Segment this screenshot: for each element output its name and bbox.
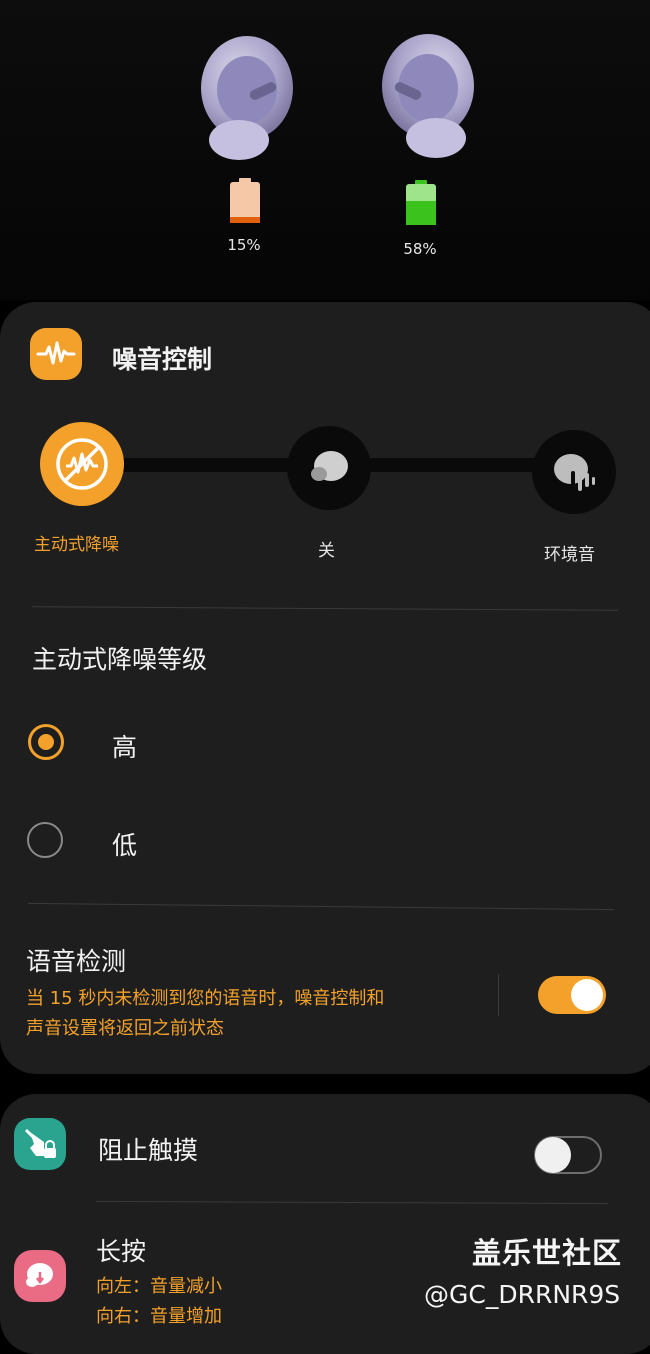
voice-detect-desc-line: 当 15 秒内未检测到您的语音时，噪音控制和 bbox=[26, 988, 385, 1009]
left-battery-percent: 15% bbox=[227, 236, 261, 254]
anc-level-title: 主动式降噪等级 bbox=[32, 645, 208, 674]
earbuds-header: 15% 58% bbox=[0, 0, 650, 300]
level-high-label[interactable]: 高 bbox=[112, 728, 137, 764]
right-battery-percent: 58% bbox=[403, 240, 437, 258]
toggle-knob bbox=[535, 1137, 571, 1173]
voice-detect-title[interactable]: 语音检测 bbox=[26, 942, 126, 978]
level-high-radio[interactable] bbox=[28, 724, 64, 760]
mode-off-label: 关 bbox=[318, 541, 335, 561]
left-battery-icon bbox=[230, 178, 260, 223]
long-press-title[interactable]: 长按 bbox=[96, 1232, 146, 1268]
earbud-touch-icon bbox=[14, 1250, 66, 1302]
level-low-radio[interactable] bbox=[27, 822, 63, 858]
mode-ambient-button[interactable] bbox=[532, 430, 616, 514]
voice-detect-description: 当 15 秒内未检测到您的语音时，噪音控制和 声音设置将返回之前状态 bbox=[26, 984, 466, 1044]
watermark-title: 盖乐世社区 bbox=[472, 1236, 623, 1270]
waveform-icon bbox=[30, 328, 82, 380]
watermark-handle: @GC_DRRNR9S bbox=[424, 1280, 621, 1309]
earbud-off-icon bbox=[311, 451, 348, 481]
ambient-icon bbox=[554, 454, 595, 491]
anc-icon bbox=[56, 438, 108, 490]
touch-lock-icon bbox=[14, 1118, 66, 1170]
block-touch-toggle[interactable] bbox=[534, 1136, 602, 1174]
mode-anc-button[interactable] bbox=[40, 422, 124, 506]
long-press-right-action: 向右：音量增加 bbox=[96, 1306, 222, 1327]
level-low-label[interactable]: 低 bbox=[112, 826, 137, 862]
right-battery-icon bbox=[406, 180, 436, 225]
mode-anc-label: 主动式降噪 bbox=[34, 535, 119, 555]
right-earbud-image bbox=[382, 34, 474, 158]
mode-off-button[interactable] bbox=[287, 426, 371, 510]
voice-detect-desc-line: 声音设置将返回之前状态 bbox=[26, 1018, 224, 1039]
block-touch-label[interactable]: 阻止触摸 bbox=[98, 1131, 198, 1167]
toggle-knob bbox=[571, 979, 603, 1011]
vertical-separator bbox=[498, 974, 499, 1016]
left-earbud-image bbox=[201, 36, 293, 160]
mode-ambient-label: 环境音 bbox=[544, 545, 595, 565]
noise-control-title: 噪音控制 bbox=[112, 345, 213, 374]
voice-detect-toggle[interactable] bbox=[538, 976, 606, 1014]
long-press-left-action: 向左：音量减小 bbox=[96, 1276, 222, 1297]
